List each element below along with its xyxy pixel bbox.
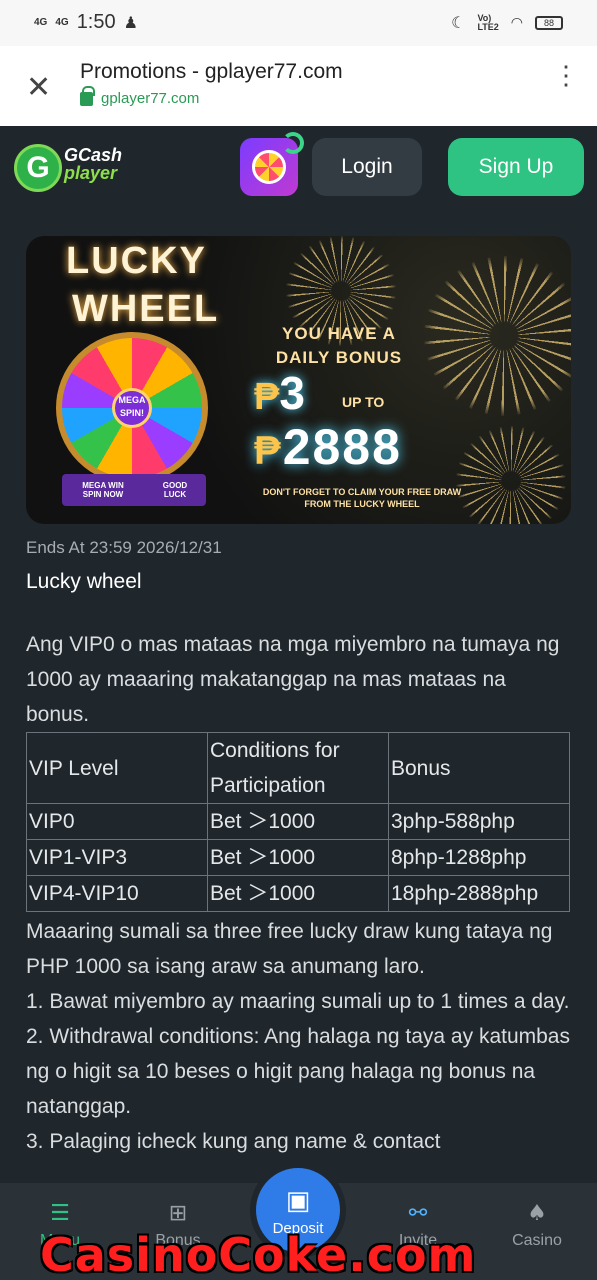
table-cell: VIP1-VIP3 bbox=[26, 839, 208, 876]
wheel-center-label: MEGA SPIN! bbox=[112, 388, 152, 428]
wheel-base-left: MEGA WIN SPIN NOW bbox=[82, 481, 124, 499]
logo[interactable]: GCash player bbox=[64, 146, 122, 182]
min-amount-value: 3 bbox=[279, 367, 305, 419]
cards-icon: ♠ bbox=[527, 1201, 547, 1226]
nav-casino[interactable]: ♠ Casino bbox=[487, 1201, 587, 1250]
battery-icon: 88 bbox=[535, 15, 563, 30]
promo-title: Lucky wheel bbox=[26, 570, 142, 593]
table-cell: Bet ＞1000 bbox=[207, 839, 389, 876]
url-text: gplayer77.com bbox=[101, 90, 200, 107]
max-amount: ₱2888 bbox=[254, 418, 402, 476]
table-cell: Bet ＞1000 bbox=[207, 875, 389, 912]
min-amount: ₱3 bbox=[254, 366, 305, 420]
close-icon[interactable]: ✕ bbox=[26, 70, 51, 105]
table-row: VIP4-VIP10 Bet ＞1000 18php-2888php bbox=[26, 875, 570, 912]
logo-icon[interactable]: G bbox=[14, 144, 62, 192]
wheel-base: MEGA WIN SPIN NOW GOOD LUCK bbox=[62, 474, 206, 506]
promo-end-date: Ends At 23:59 2026/12/31 bbox=[26, 538, 222, 557]
table-cell: Bet ＞1000 bbox=[207, 803, 389, 840]
wifi-icon: ◠ bbox=[510, 14, 523, 31]
rule-line: 3. Palaging icheck kung ang name & conta… bbox=[26, 1130, 441, 1153]
rule-line: 2. Withdrawal conditions: Ang halaga ng … bbox=[26, 1025, 570, 1118]
table-row: VIP0 Bet ＞1000 3php-588php bbox=[26, 803, 570, 840]
promo-intro: Ang VIP0 o mas mataas na mga miyembro na… bbox=[26, 633, 560, 726]
peso-symbol: ₱ bbox=[254, 376, 280, 418]
logo-line2: player bbox=[64, 163, 118, 183]
status-bar: 4G 4G 1:50 ♟ ☾ Vo) LTE2 ◠ 88 bbox=[0, 0, 597, 46]
menu-icon: ☰ bbox=[50, 1201, 70, 1226]
table-cell: VIP0 bbox=[26, 803, 208, 840]
share-icon: ⚯ bbox=[408, 1201, 428, 1226]
page-title: Promotions - gplayer77.com bbox=[80, 60, 343, 83]
firework-decoration bbox=[456, 426, 566, 524]
table-cell: VIP4-VIP10 bbox=[26, 875, 208, 912]
lucky-wheel-illustration: MEGA SPIN! bbox=[56, 332, 208, 484]
lucky-wheel-button[interactable] bbox=[240, 132, 304, 196]
signal-icon: 4G bbox=[34, 16, 48, 28]
daily-bonus-text: YOU HAVE A DAILY BONUS bbox=[275, 324, 403, 367]
notification-icon: ♟ bbox=[123, 13, 138, 32]
watermark: CasinoCoke.com bbox=[40, 1228, 477, 1280]
signal-icon-2: 4G bbox=[55, 16, 69, 28]
nav-casino-label: Casino bbox=[512, 1232, 562, 1249]
table-row: VIP1-VIP3 Bet ＞1000 8php-1288php bbox=[26, 839, 570, 876]
status-time: 1:50 bbox=[76, 11, 116, 33]
up-to-label: UP TO bbox=[342, 394, 385, 410]
more-vert-icon[interactable]: ⋮ bbox=[553, 62, 579, 88]
refresh-ring-icon bbox=[282, 132, 304, 154]
vip-table: VIP Level Conditions for Participation B… bbox=[26, 732, 570, 912]
peso-symbol: ₱ bbox=[254, 429, 283, 473]
browser-bar: ✕ Promotions - gplayer77.com gplayer77.c… bbox=[0, 46, 597, 126]
promo-banner: LUCKY WHEEL MEGA SPIN! MEGA WIN SPIN NOW… bbox=[26, 236, 571, 524]
table-header-cell: VIP Level bbox=[26, 732, 208, 804]
status-left: 4G 4G 1:50 ♟ bbox=[34, 11, 138, 34]
table-header-cell: Bonus bbox=[388, 732, 570, 804]
gift-icon: ⊞ bbox=[168, 1201, 188, 1226]
promo-rules: Maaaring sumali sa three free lucky draw… bbox=[26, 914, 571, 1159]
logo-line1: GCash bbox=[64, 145, 123, 165]
site-header: G GCash player Login Sign Up bbox=[0, 126, 597, 210]
table-cell: 8php-1288php bbox=[388, 839, 570, 876]
wheel-base-right: GOOD LUCK bbox=[162, 481, 188, 499]
banner-title-line1: LUCKY bbox=[66, 240, 207, 282]
login-button[interactable]: Login bbox=[312, 138, 422, 196]
table-cell: 18php-2888php bbox=[388, 875, 570, 912]
lock-icon bbox=[80, 85, 95, 106]
rule-line: 1. Bawat miyembro ay maaring sumali up t… bbox=[26, 990, 570, 1013]
moon-icon: ☾ bbox=[451, 13, 466, 32]
banner-note: DON'T FORGET TO CLAIM YOUR FREE DRAW FRO… bbox=[262, 487, 462, 509]
table-header-cell: Conditions for Participation bbox=[207, 732, 389, 804]
volte-label: Vo) LTE2 bbox=[477, 12, 499, 32]
status-right: ☾ Vo) LTE2 ◠ 88 bbox=[451, 13, 563, 32]
signup-button[interactable]: Sign Up bbox=[448, 138, 584, 196]
max-amount-value: 2888 bbox=[282, 419, 402, 475]
firework-decoration bbox=[424, 256, 571, 416]
rule-line: Maaaring sumali sa three free lucky draw… bbox=[26, 920, 553, 978]
table-cell: 3php-588php bbox=[388, 803, 570, 840]
url-bar[interactable]: gplayer77.com bbox=[80, 85, 200, 107]
wheel-icon bbox=[252, 150, 286, 184]
table-header-row: VIP Level Conditions for Participation B… bbox=[26, 732, 570, 804]
banner-title-line2: WHEEL bbox=[72, 288, 220, 330]
wallet-icon: ▣ bbox=[285, 1186, 311, 1216]
